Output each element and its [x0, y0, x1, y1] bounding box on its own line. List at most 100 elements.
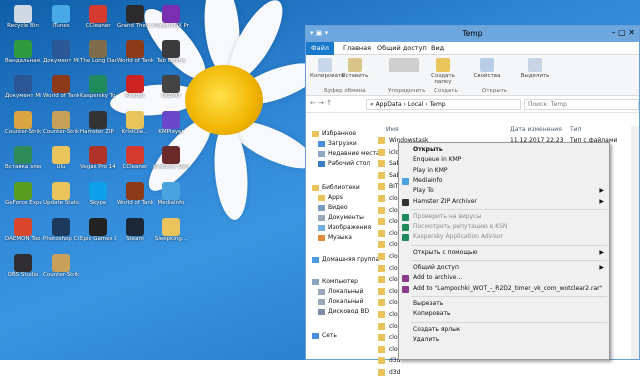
menu-item[interactable]: Add to archive... [399, 273, 609, 283]
desktop-icon[interactable]: Recycle Bin [5, 5, 41, 43]
desktop-icon[interactable]: CCleaner [117, 146, 153, 184]
select-button[interactable]: Выделить [520, 58, 550, 79]
desktop-icon-label: World of Tanks [117, 200, 153, 206]
tab-home[interactable]: Главная [338, 43, 376, 53]
menu-item[interactable]: Создать ярлык [399, 325, 609, 335]
kmplayer-icon [162, 111, 180, 129]
nav-back-forward-icon[interactable]: ← → ↑ [310, 99, 332, 107]
menu-item[interactable]: Play To ▶ [399, 186, 609, 196]
desktop-icon[interactable]: Skype [80, 182, 116, 220]
nav-item[interactable]: Изображения [318, 224, 371, 231]
nav-item[interactable]: Apps [318, 194, 343, 201]
desktop-icon[interactable]: KMPlayer [153, 111, 189, 149]
nav-item[interactable]: Документы [318, 214, 364, 221]
tab-file[interactable]: Файл [306, 42, 334, 55]
desktop-icon[interactable]: Reader [117, 75, 153, 113]
desktop-icon[interactable]: Sleepking... [153, 218, 189, 256]
tab-view[interactable]: Вид [426, 43, 449, 53]
column-date[interactable]: Дата изменения [510, 126, 562, 133]
nav-item[interactable]: Избранное [312, 130, 356, 137]
properties-button[interactable]: Свойства [472, 58, 502, 79]
desktop-icon[interactable]: Update Stats [43, 182, 79, 220]
nav-item[interactable]: Видео [318, 204, 348, 211]
desktop-icon[interactable]: World of Tanks [117, 182, 153, 220]
desktop-icon[interactable]: Counter-Strike Global Offens... [5, 111, 41, 149]
menu-item[interactable]: Add to "Lampochki_WOT_-_R2D2_timer_vk_co… [399, 284, 609, 294]
ribbon: Копировать Вставить Буфер обмена Упорядо… [306, 55, 639, 96]
menu-item[interactable]: Hamster ZIP Archiver ▶ [399, 197, 609, 207]
desktop-icon[interactable]: GeForce Experience [5, 182, 41, 220]
organize-buttons[interactable] [384, 58, 424, 73]
column-name[interactable]: Имя [386, 126, 399, 133]
column-type[interactable]: Тип [570, 126, 582, 133]
menu-item[interactable]: Общий доступ ▶ [399, 263, 609, 273]
desktop-icon[interactable]: World of Tanks [43, 75, 79, 113]
desktop-icon[interactable]: MorphVOX Pro [153, 5, 189, 43]
desktop-icon[interactable]: Epic Games Launcher [80, 218, 116, 256]
tab-share[interactable]: Общий доступ [372, 43, 432, 53]
file-icon [378, 218, 385, 226]
nav-item[interactable]: Загрузки [318, 140, 357, 147]
nav-item[interactable]: Недавние места [318, 150, 380, 157]
file-row[interactable]: d3d [378, 368, 628, 378]
desktop-icon[interactable]: KristOle... [117, 111, 153, 149]
app-icon [14, 40, 32, 58]
address-bar[interactable]: « AppData › Local › Temp [366, 99, 521, 110]
nav-item[interactable]: Музыка [318, 234, 352, 241]
desktop-icon[interactable]: GIZMO [153, 75, 189, 113]
menu-item[interactable]: Enqueue in KMP [399, 155, 609, 165]
desktop-icon[interactable]: Документ Microsoft... [5, 75, 41, 113]
nav-item[interactable]: Компьютер [312, 278, 358, 285]
csgo-icon [14, 111, 32, 129]
menu-item-label: Проверить на вирусы [413, 212, 482, 220]
desktop-icon-label: OBS Studio [7, 272, 39, 278]
window-controls[interactable]: – ▢ ✕ [612, 28, 635, 37]
search-input[interactable]: Поиск: Temp [524, 99, 639, 110]
desktop-icon[interactable]: Документ Microsoft [43, 40, 79, 78]
desktop-icon[interactable]: Hamster ZIP Archiver [80, 111, 116, 149]
select-icon [528, 58, 542, 72]
nav-item[interactable]: Локальный [318, 298, 363, 305]
nav-item[interactable]: Домашняя группа [312, 256, 379, 263]
menu-item[interactable]: Открыть [399, 145, 609, 155]
desktop-icon[interactable]: CCleaner [80, 5, 116, 43]
desktop-icon[interactable]: Ulu [43, 146, 79, 184]
menu-item[interactable]: MediaInfo [399, 176, 609, 186]
desktop-icon[interactable]: DAEMON Tools Lite [5, 218, 41, 256]
kaspersky-icon [402, 224, 409, 232]
menu-item[interactable]: Удалить [399, 335, 609, 345]
desktop-icon[interactable]: Vegas Pro 14.0 (64-bit) [80, 146, 116, 184]
desktop-icon[interactable]: Grand Theft Auto V [117, 5, 153, 43]
desktop-icon[interactable]: The Long Dark [80, 40, 116, 78]
copy-button[interactable]: Копировать [310, 58, 344, 79]
nav-item[interactable]: Рабочий стол [318, 160, 370, 167]
desktop-icon[interactable]: MediaInfo [153, 182, 189, 220]
new-folder-button[interactable]: Создать папку [426, 58, 460, 85]
desktop-icon[interactable]: Photoshop CC 2014 [43, 218, 79, 256]
menu-item[interactable]: Копировать [399, 309, 609, 319]
file-icon [378, 253, 385, 260]
file-icon [378, 206, 385, 214]
desktop-icon[interactable]: World of Tanks [117, 40, 153, 78]
desktop-icon[interactable]: Counter-Strike... [43, 254, 79, 292]
menu-item[interactable]: Play in KMP [399, 166, 609, 176]
paste-button[interactable]: Вставить [340, 58, 370, 79]
desktop-icon[interactable]: Вставка элементов [5, 146, 41, 184]
desktop-icon[interactable]: iTunes [43, 5, 79, 43]
desktop-icon[interactable]: Вандальная... [5, 40, 41, 78]
nav-item[interactable]: Дисковод BD [318, 308, 369, 315]
desktop-icon[interactable]: Kaspersky Total Se... [80, 75, 116, 113]
desktop-icon[interactable]: OBS Studio [5, 254, 41, 292]
desktop-icon[interactable]: Counter-Strike 1.6 [43, 111, 79, 149]
scrollbar[interactable] [631, 126, 639, 359]
menu-item[interactable]: Вырезать [399, 299, 609, 309]
desktop-icon[interactable]: Tab Online [153, 40, 189, 78]
nav-item[interactable]: Локальный [318, 288, 363, 295]
menu-item[interactable]: Открыть с помощью ▶ [399, 248, 609, 258]
nav-item[interactable]: Библиотеки [312, 184, 360, 191]
title-bar[interactable]: ▾ ▣ ▾ Temp – ▢ ✕ [306, 26, 639, 42]
nav-item[interactable]: Сеть [312, 332, 337, 339]
desktop-icon-label: Tab Online [156, 58, 186, 64]
desktop-icon[interactable]: Kristofer Gemp [153, 146, 189, 184]
desktop-icon[interactable]: Steam [117, 218, 153, 256]
